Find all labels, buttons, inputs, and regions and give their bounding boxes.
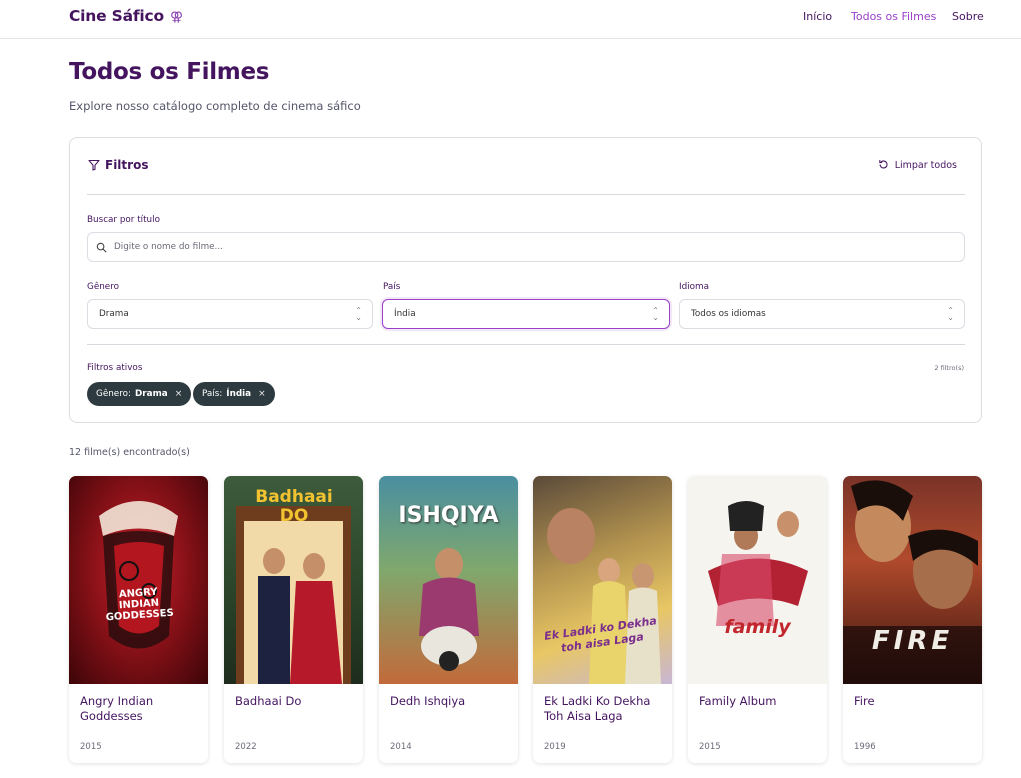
movie-poster: ANGRY INDIAN GODDESSES (69, 476, 208, 684)
genre-select[interactable]: Drama ⌃ ⌄ (87, 299, 373, 329)
clear-all-button[interactable]: Limpar todos (878, 159, 957, 171)
chip-key: País: (202, 389, 223, 399)
chip-value: Drama (135, 389, 168, 399)
search-label: Buscar por título (87, 215, 160, 225)
search-box (87, 232, 965, 262)
venus-icon: ⚢ (169, 10, 183, 25)
page-title: Todos os Filmes (69, 59, 270, 85)
filter-chip-genre: Gênero: Drama × (87, 382, 192, 406)
divider (87, 344, 965, 345)
results-count: 12 filme(s) encontrado(s) (69, 447, 190, 458)
filters-panel: Filtros Limpar todos Buscar por título G… (69, 137, 982, 423)
movie-card[interactable]: ANGRY INDIAN GODDESSES Angry Indian Godd… (69, 476, 208, 763)
genre-label: Gênero (87, 282, 120, 292)
nav-link-inicio[interactable]: Início (803, 10, 832, 23)
active-filters-count: 2 filtro(s) (934, 364, 964, 372)
close-icon[interactable]: × (258, 389, 266, 399)
movie-year: 2015 (80, 742, 102, 752)
top-navbar: Cine Sáfico ⚢ Início Todos os Filmes Sobr… (0, 0, 1021, 39)
movie-card[interactable]: Ek Ladki ko Dekha toh aisa Laga Ek Ladki… (533, 476, 672, 763)
chip-key: Gênero: (96, 389, 131, 399)
poster-text: ISHQIYA (398, 503, 499, 528)
movie-title: Ek Ladki Ko Dekha Toh Aisa Laga (544, 694, 651, 723)
filter-chip-country: País: Índia × (193, 382, 275, 406)
poster-art (99, 501, 178, 649)
language-select-value: Todos os idiomas (691, 309, 766, 319)
country-select-value: Índia (394, 309, 416, 319)
movie-title: Family Album (699, 694, 777, 708)
search-input[interactable] (114, 239, 934, 255)
movie-card[interactable]: FIRE Fire 1996 (843, 476, 982, 763)
filters-title: Filtros (105, 158, 149, 172)
movie-card[interactable]: family Family Album 2015 (688, 476, 827, 763)
movie-poster: Badhaai DO (224, 476, 363, 684)
movie-card[interactable]: ISHQIYA Dedh Ishqiya 2014 (379, 476, 518, 763)
poster-text: Badhaai DO (255, 487, 333, 526)
divider (87, 194, 965, 195)
movie-title: Badhaai Do (235, 694, 302, 708)
country-select[interactable]: Índia ⌃ ⌄ (382, 299, 670, 329)
movie-poster: Ek Ladki ko Dekha toh aisa Laga (533, 476, 672, 684)
movie-year: 2014 (390, 742, 412, 752)
active-filters-label: Filtros ativos (87, 363, 143, 373)
movie-poster: ISHQIYA (379, 476, 518, 684)
nav-link-sobre[interactable]: Sobre (952, 10, 984, 23)
movie-year: 2015 (699, 742, 721, 752)
movie-poster: FIRE (843, 476, 982, 684)
page-subtitle: Explore nosso catálogo completo de cinem… (69, 99, 361, 113)
filters-heading: Filtros (88, 158, 148, 172)
filter-icon (88, 159, 100, 171)
chevron-updown-icon: ⌃ ⌄ (652, 306, 659, 322)
movie-poster: family (688, 476, 827, 684)
clear-all-label: Limpar todos (894, 160, 957, 171)
chevron-updown-icon: ⌃ ⌄ (947, 306, 954, 322)
language-label: Idioma (679, 282, 709, 292)
genre-select-value: Drama (99, 309, 129, 319)
movie-year: 2022 (235, 742, 257, 752)
movie-title: Fire (854, 694, 875, 708)
reset-icon (878, 160, 888, 169)
poster-art (708, 501, 808, 626)
close-icon[interactable]: × (175, 389, 183, 399)
nav-link-todos-os-filmes[interactable]: Todos os Filmes (851, 10, 936, 23)
poster-text: ANGRY INDIAN GODDESSES (105, 586, 175, 624)
chip-value: Índia (226, 389, 252, 399)
brand-logo[interactable]: Cine Sáfico ⚢ (69, 7, 183, 25)
brand-name: Cine Sáfico (69, 7, 164, 25)
country-label: País (383, 282, 401, 292)
movie-year: 2019 (544, 742, 566, 752)
language-select[interactable]: Todos os idiomas ⌃ ⌄ (679, 299, 965, 329)
movie-card[interactable]: Badhaai DO Badhaai Do 2022 (224, 476, 363, 763)
chevron-updown-icon: ⌃ ⌄ (355, 306, 362, 322)
search-icon (96, 242, 107, 253)
movie-year: 1996 (854, 742, 876, 752)
poster-text: family (724, 616, 791, 638)
movie-title: Angry Indian Goddesses (80, 694, 154, 723)
poster-text: FIRE (871, 626, 954, 656)
movie-title: Dedh Ishqiya (390, 694, 466, 708)
